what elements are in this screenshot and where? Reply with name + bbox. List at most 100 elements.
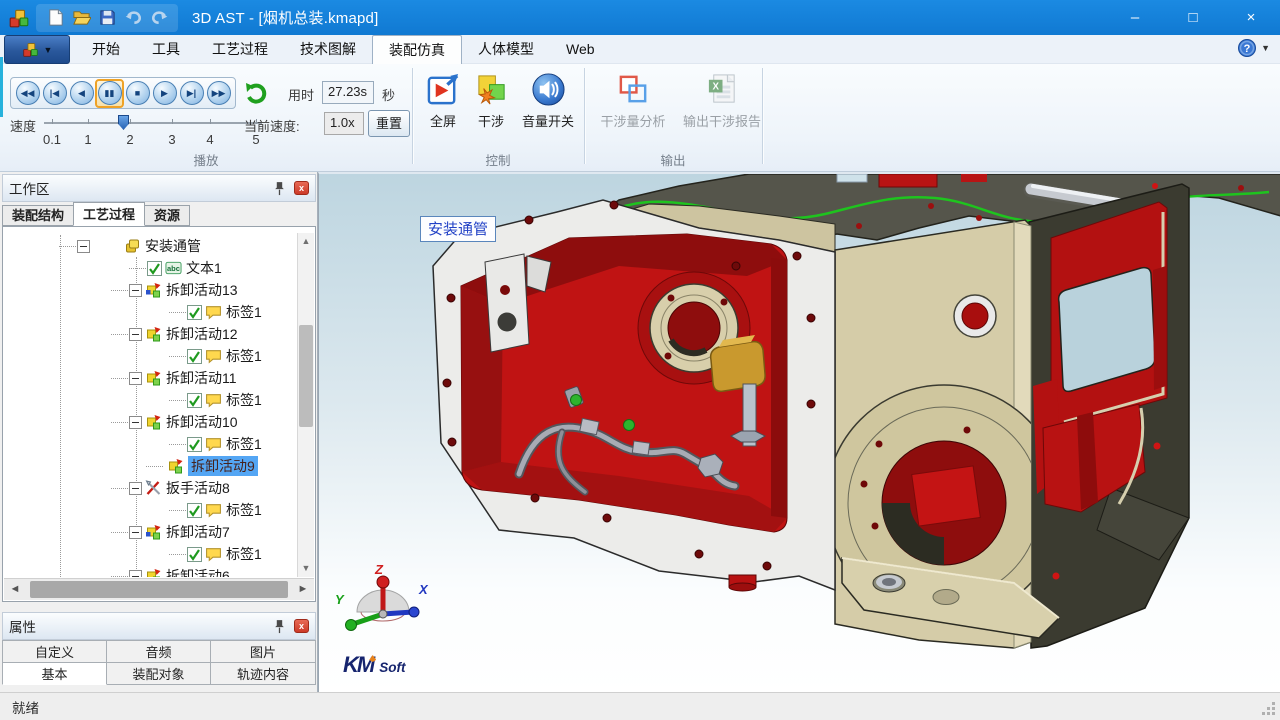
step-back-button[interactable]: ◀	[68, 80, 95, 107]
tree-row[interactable]: 拆卸活动9	[3, 455, 296, 477]
tree-item-label[interactable]: 拆卸活动7	[166, 522, 230, 542]
tree-checkbox[interactable]	[187, 349, 202, 364]
resize-grip[interactable]	[1262, 702, 1276, 716]
tree-row[interactable]: 扳手活动8	[3, 477, 296, 499]
pin-icon[interactable]	[273, 619, 286, 634]
chevron-down-icon[interactable]: ▼	[1261, 43, 1270, 53]
workspace-tab-资源[interactable]: 资源	[144, 205, 190, 226]
slider-thumb[interactable]	[118, 115, 129, 130]
interference-button[interactable]: 干涉	[468, 72, 514, 130]
workspace-tab-装配结构[interactable]: 装配结构	[2, 205, 74, 226]
undo-button[interactable]	[120, 6, 146, 30]
tree-item-label[interactable]: 拆卸活动9	[188, 456, 258, 476]
tree-item-label[interactable]: 标签1	[226, 500, 262, 520]
tree-item-label[interactable]: 拆卸活动10	[166, 412, 238, 432]
scrollbar-thumb[interactable]	[299, 325, 313, 427]
tree-row[interactable]: 安装通管	[3, 235, 296, 257]
tree-expander[interactable]	[129, 372, 142, 385]
tree-expander[interactable]	[129, 526, 142, 539]
tree-checkbox[interactable]	[187, 305, 202, 320]
fullscreen-button[interactable]: 全屏	[420, 72, 466, 130]
ribbon-tab-开始[interactable]: 开始	[76, 35, 136, 64]
slider-track[interactable]	[44, 122, 262, 124]
tree-item-label[interactable]: 安装通管	[145, 236, 201, 256]
tree-row[interactable]: 标签1	[3, 389, 296, 411]
stop-button[interactable]: ■	[124, 80, 151, 107]
play-button[interactable]: ▶	[151, 80, 178, 107]
volume-toggle-button[interactable]: 音量开关	[514, 72, 582, 130]
tree-horizontal-scrollbar[interactable]: ◄ ►	[4, 578, 314, 600]
tree-expander[interactable]	[129, 328, 142, 341]
tree-checkbox[interactable]	[187, 503, 202, 518]
tree-item-label[interactable]: 拆卸活动6	[166, 566, 230, 577]
tree-expander[interactable]	[77, 240, 90, 253]
tree-row[interactable]: 拆卸活动13	[3, 279, 296, 301]
properties-tab-音频[interactable]: 音频	[106, 640, 211, 663]
elapsed-time-field[interactable]: 27.23s	[322, 81, 374, 104]
minimize-button[interactable]: –	[1106, 0, 1164, 35]
scrollbar-thumb[interactable]	[30, 581, 288, 598]
tree-item-label[interactable]: 标签1	[226, 346, 262, 366]
close-icon[interactable]: x	[294, 619, 309, 633]
tree-row[interactable]: 标签1	[3, 499, 296, 521]
rewind-button[interactable]: ◀◀	[14, 80, 41, 107]
ribbon-tab-Web[interactable]: Web	[550, 35, 611, 64]
tree-checkbox[interactable]	[187, 437, 202, 452]
tree-item-label[interactable]: 标签1	[226, 434, 262, 454]
tree-row[interactable]: 标签1	[3, 543, 296, 565]
tree-row[interactable]: 标签1	[3, 301, 296, 323]
tree-expander[interactable]	[129, 284, 142, 297]
tree-row[interactable]: 标签1	[3, 433, 296, 455]
scroll-up-arrow[interactable]: ▲	[298, 233, 314, 250]
scroll-down-arrow[interactable]: ▼	[298, 560, 314, 577]
ribbon-tab-技术图解[interactable]: 技术图解	[284, 35, 372, 64]
viewport-3d[interactable]: 安装通管 Z X Y KMSoft	[318, 172, 1280, 692]
interference-analysis-button[interactable]: 干涉量分析	[588, 72, 678, 130]
tree-row[interactable]: 标签1	[3, 345, 296, 367]
tree-row[interactable]: abc文本1	[3, 257, 296, 279]
scroll-left-arrow[interactable]: ◄	[4, 579, 26, 600]
properties-tab-装配对象[interactable]: 装配对象	[106, 662, 211, 685]
current-speed-field[interactable]: 1.0x	[324, 112, 364, 135]
skip-end-button[interactable]: ▶|	[178, 80, 205, 107]
interference-report-button[interactable]: X输出干涉报告	[678, 72, 766, 130]
pin-icon[interactable]	[273, 181, 286, 196]
tree-expander[interactable]	[129, 570, 142, 578]
properties-tab-图片[interactable]: 图片	[210, 640, 316, 663]
reset-button[interactable]: 重置	[368, 110, 410, 137]
tree-checkbox[interactable]	[147, 261, 162, 276]
tree-row[interactable]: 拆卸活动11	[3, 367, 296, 389]
tree-item-label[interactable]: 标签1	[226, 302, 262, 322]
app-icon[interactable]	[8, 7, 30, 29]
app-menu-button[interactable]: ▼	[4, 35, 70, 64]
tree-row[interactable]: 拆卸活动7	[3, 521, 296, 543]
close-icon[interactable]: x	[294, 181, 309, 195]
tree-expander[interactable]	[129, 416, 142, 429]
open-file-button[interactable]	[68, 6, 94, 30]
pause-button[interactable]: ▮▮	[95, 79, 124, 108]
tree-row[interactable]: 拆卸活动10	[3, 411, 296, 433]
maximize-button[interactable]: □	[1164, 0, 1222, 35]
properties-tab-基本[interactable]: 基本	[2, 662, 107, 685]
skip-start-button[interactable]: |◀	[41, 80, 68, 107]
fast-forward-button[interactable]: ▶▶	[205, 80, 232, 107]
loop-button[interactable]	[243, 80, 269, 106]
redo-button[interactable]	[146, 6, 172, 30]
properties-tab-自定义[interactable]: 自定义	[2, 640, 107, 663]
ribbon-tab-装配仿真[interactable]: 装配仿真	[372, 35, 462, 64]
cad-model[interactable]	[319, 174, 1280, 692]
tree-item-label[interactable]: 文本1	[186, 258, 222, 278]
properties-tab-轨迹内容[interactable]: 轨迹内容	[210, 662, 316, 685]
workspace-tab-工艺过程[interactable]: 工艺过程	[73, 202, 145, 226]
ribbon-tab-人体模型[interactable]: 人体模型	[462, 35, 550, 64]
tree-item-label[interactable]: 标签1	[226, 544, 262, 564]
tree-checkbox[interactable]	[187, 547, 202, 562]
new-file-button[interactable]	[42, 6, 68, 30]
ribbon-tab-工艺过程[interactable]: 工艺过程	[196, 35, 284, 64]
tree-checkbox[interactable]	[187, 393, 202, 408]
tree-item-label[interactable]: 拆卸活动11	[166, 368, 237, 388]
close-button[interactable]: ×	[1222, 0, 1280, 35]
tree-row[interactable]: 拆卸活动12	[3, 323, 296, 345]
tree-row[interactable]: 拆卸活动6	[3, 565, 296, 577]
ribbon-tab-工具[interactable]: 工具	[136, 35, 196, 64]
